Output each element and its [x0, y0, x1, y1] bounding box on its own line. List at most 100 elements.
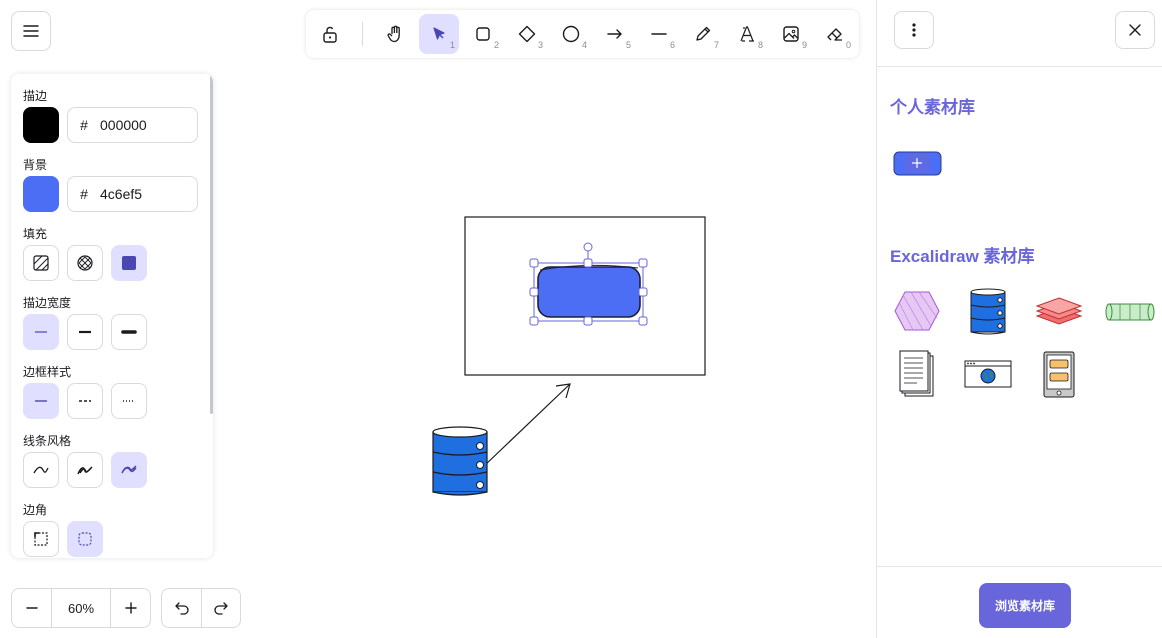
stroke-style-label: 边框样式: [23, 365, 72, 379]
personal-library-item[interactable]: [893, 151, 942, 176]
shortcut-key: 3: [537, 40, 543, 50]
shortcut-key: 0: [845, 40, 851, 50]
artist-icon: [77, 466, 93, 475]
zoom-level[interactable]: 60%: [51, 589, 111, 627]
stroke-width-thin-button[interactable]: [23, 314, 59, 350]
hash-label: #: [80, 186, 88, 202]
selected-shape[interactable]: [537, 264, 641, 318]
stroke-width-bold-button[interactable]: [67, 314, 103, 350]
shortcut-key: 6: [669, 40, 675, 50]
sloppiness-cartoonist-button[interactable]: [111, 452, 147, 488]
resize-handle[interactable]: [638, 258, 648, 268]
stroke-style-dotted-button[interactable]: [111, 383, 147, 419]
stroke-width-extra-bold-button[interactable]: [111, 314, 147, 350]
diamond-icon: [518, 25, 536, 43]
library-menu-button[interactable]: [894, 11, 934, 49]
circle-icon: [562, 25, 580, 43]
plus-icon: [912, 158, 922, 168]
resize-handle[interactable]: [638, 316, 648, 326]
rectangle-icon: [476, 27, 490, 41]
tool-lock[interactable]: [310, 14, 350, 54]
history-controls: [161, 588, 241, 628]
shapes-toolbar: 1 2 3 4 5 6 7 8 9 0: [306, 10, 859, 58]
rotation-handle[interactable]: [583, 242, 593, 252]
undo-button[interactable]: [162, 589, 202, 627]
background-color-swatch[interactable]: [23, 176, 59, 212]
cartoonist-icon: [121, 465, 137, 474]
shortcut-key: 5: [625, 40, 631, 50]
close-sidebar-button[interactable]: [1115, 11, 1155, 49]
tool-draw[interactable]: 7: [683, 14, 723, 54]
redo-button[interactable]: [201, 589, 241, 627]
dashed-line-icon: [79, 400, 91, 402]
hachure-icon: [33, 255, 49, 271]
round-edges-icon: [78, 532, 92, 546]
library-item-browser-window[interactable]: [964, 360, 1012, 388]
library-item-hexagon[interactable]: [893, 290, 941, 332]
resize-handle[interactable]: [529, 316, 539, 326]
tool-diamond[interactable]: 3: [507, 14, 547, 54]
library-item-cylinder[interactable]: [1105, 302, 1155, 322]
sidebar-header-divider: [877, 66, 1162, 67]
sloppiness-artist-button[interactable]: [67, 452, 103, 488]
tool-selection[interactable]: 1: [419, 14, 459, 54]
sloppiness-architect-button[interactable]: [23, 452, 59, 488]
edges-round-button[interactable]: [67, 521, 103, 557]
fill-crosshatch-button[interactable]: [67, 245, 103, 281]
library-item-database[interactable]: [969, 288, 1007, 336]
resize-handle[interactable]: [529, 258, 539, 268]
resize-handle[interactable]: [583, 316, 593, 326]
zoom-in-button[interactable]: [111, 589, 151, 627]
stroke-style-solid-button[interactable]: [23, 383, 59, 419]
fill-solid-button[interactable]: [111, 245, 147, 281]
library-item-layers[interactable]: [1035, 296, 1083, 328]
canvas-arrow[interactable]: [483, 383, 571, 467]
library-item-tablet[interactable]: [1043, 351, 1075, 398]
image-icon: [783, 26, 799, 42]
background-hex-input[interactable]: # 4c6ef5: [67, 176, 198, 212]
resize-handle[interactable]: [638, 287, 648, 297]
library-sidebar: 个人素材库 Excalidraw 素材库 浏览素材库: [876, 0, 1162, 638]
tool-text[interactable]: 8: [727, 14, 767, 54]
shortcut-key: 7: [713, 40, 719, 50]
zoom-out-button[interactable]: [12, 589, 52, 627]
properties-panel: 描边 # 000000 背景 # 4c6ef5 填充 描边宽度 边框样式 线条风…: [11, 74, 213, 558]
tool-eraser[interactable]: 0: [815, 14, 855, 54]
shortcut-key: 8: [757, 40, 763, 50]
canvas-database[interactable]: [432, 426, 488, 496]
shortcut-key: 4: [581, 40, 587, 50]
fill-label: 填充: [23, 227, 48, 241]
shortcut-key: 1: [449, 40, 455, 50]
stroke-style-dashed-button[interactable]: [67, 383, 103, 419]
background-hex-value: 4c6ef5: [100, 186, 143, 202]
hand-icon: [387, 25, 400, 43]
resize-handle[interactable]: [583, 258, 593, 268]
tool-hand[interactable]: [375, 14, 415, 54]
sidebar-footer-divider: [877, 566, 1162, 567]
tool-image[interactable]: 9: [771, 14, 811, 54]
stroke-hex-value: 000000: [100, 117, 147, 133]
library-item-documents[interactable]: [899, 350, 935, 398]
tool-arrow[interactable]: 5: [595, 14, 635, 54]
panel-scrollbar[interactable]: [210, 74, 213, 414]
tool-line[interactable]: 6: [639, 14, 679, 54]
undo-icon: [174, 602, 189, 615]
toolbar-divider: [362, 22, 363, 46]
more-vertical-icon: [912, 23, 916, 37]
tool-rectangle[interactable]: 2: [463, 14, 503, 54]
unlock-icon: [323, 26, 337, 43]
dotted-line-icon: [123, 400, 135, 402]
eraser-icon: [827, 28, 842, 41]
hash-label: #: [80, 117, 88, 133]
resize-handle[interactable]: [529, 287, 539, 297]
stroke-color-swatch[interactable]: [23, 107, 59, 143]
stroke-hex-input[interactable]: # 000000: [67, 107, 198, 143]
close-icon: [1129, 24, 1141, 36]
bold-line-icon: [79, 330, 91, 334]
edges-sharp-button[interactable]: [23, 521, 59, 557]
sharp-edges-icon: [34, 532, 48, 546]
fill-hachure-button[interactable]: [23, 245, 59, 281]
tool-ellipse[interactable]: 4: [551, 14, 591, 54]
excalidraw-library-title: Excalidraw 素材库: [890, 247, 1035, 266]
browse-libraries-button[interactable]: 浏览素材库: [979, 583, 1071, 628]
